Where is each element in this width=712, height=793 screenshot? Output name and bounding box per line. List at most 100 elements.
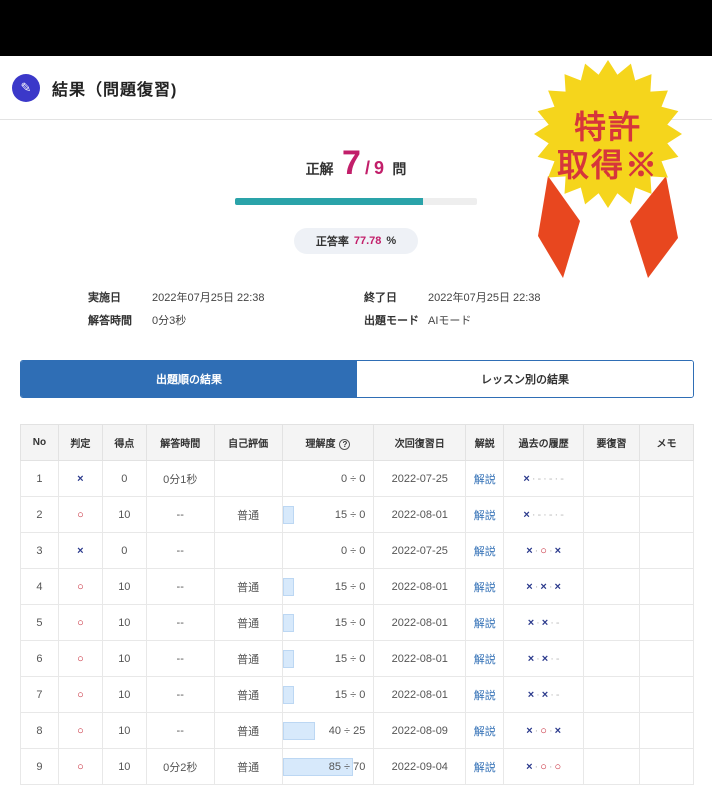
cell-understanding: 0 ÷ 0 bbox=[281, 532, 375, 569]
cell-next-review: 2022-08-01 bbox=[373, 496, 467, 533]
understanding-value: 15 ÷ 0 bbox=[334, 508, 366, 521]
meta-mode-label: 出題モード bbox=[364, 315, 419, 327]
history-separator-icon: · bbox=[548, 580, 553, 593]
cell-judge: ○ bbox=[57, 676, 103, 713]
history-mark: × bbox=[527, 652, 535, 665]
understanding-bar bbox=[282, 650, 294, 668]
table-row: 9 ○ 10 0分2秒 普通 85 ÷ 70 2022-09-04 解説 × · ○… bbox=[20, 748, 694, 785]
cell-memo[interactable] bbox=[639, 460, 694, 497]
cell-understanding: 40 ÷ 25 bbox=[281, 712, 375, 749]
cell-time: -- bbox=[145, 496, 215, 533]
tab-order-result[interactable]: 出題順の結果 bbox=[21, 361, 357, 397]
badge-line2: 取得※ bbox=[556, 147, 659, 183]
cell-no: 2 bbox=[20, 496, 59, 533]
table-row: 2 ○ 10 -- 普通 15 ÷ 0 2022-08-01 解説 × · - · - ·… bbox=[20, 496, 694, 533]
cell-memo[interactable] bbox=[639, 640, 694, 677]
result-table: No 判定 得点 解答時間 自己評価 理解度? 次回復習日 解説 過去の履歴 要… bbox=[20, 424, 694, 785]
cell-understanding: 15 ÷ 0 bbox=[281, 676, 375, 713]
cell-next-review: 2022-08-09 bbox=[373, 712, 467, 749]
cell-memo[interactable] bbox=[639, 676, 694, 713]
cell-judge: × bbox=[57, 460, 103, 497]
explanation-link[interactable]: 解説 bbox=[465, 568, 505, 605]
rate-unit: % bbox=[386, 235, 397, 247]
rate-value: 77.78 bbox=[353, 235, 382, 247]
explanation-link[interactable]: 解説 bbox=[465, 640, 505, 677]
cell-memo[interactable] bbox=[639, 604, 694, 641]
history-mark: - bbox=[548, 508, 553, 521]
explanation-link[interactable]: 解説 bbox=[465, 532, 505, 569]
cell-score: 0 bbox=[101, 532, 147, 569]
cell-memo[interactable] bbox=[639, 712, 694, 749]
explanation-link[interactable]: 解説 bbox=[465, 748, 505, 785]
meta-end-label: 終了日 bbox=[364, 292, 397, 304]
cell-next-review: 2022-08-01 bbox=[373, 640, 467, 677]
understanding-bar bbox=[282, 578, 294, 596]
understanding-value: 85 ÷ 70 bbox=[328, 760, 366, 773]
explanation-link[interactable]: 解説 bbox=[465, 604, 505, 641]
cell-needs-review[interactable] bbox=[583, 568, 640, 605]
cell-needs-review[interactable] bbox=[583, 640, 640, 677]
understanding-bar bbox=[282, 722, 315, 740]
help-icon[interactable]: ? bbox=[339, 439, 351, 450]
history-mark: × bbox=[554, 580, 561, 593]
explanation-link[interactable]: 解説 bbox=[465, 712, 505, 749]
cell-memo[interactable] bbox=[639, 568, 694, 605]
cell-understanding: 15 ÷ 0 bbox=[281, 496, 375, 533]
history-mark: - bbox=[548, 472, 553, 485]
table-row: 5 ○ 10 -- 普通 15 ÷ 0 2022-08-01 解説 × · × · - bbox=[20, 604, 694, 641]
explanation-link[interactable]: 解説 bbox=[465, 676, 505, 713]
result-tabs: 出題順の結果 レッスン別の結果 bbox=[20, 360, 694, 398]
cell-memo[interactable] bbox=[639, 532, 694, 569]
cell-next-review: 2022-07-25 bbox=[373, 532, 467, 569]
cell-next-review: 2022-08-01 bbox=[373, 568, 467, 605]
cell-no: 8 bbox=[20, 712, 59, 749]
history-separator-icon: · bbox=[534, 544, 539, 557]
cell-history: × · × · - bbox=[503, 676, 585, 713]
cell-needs-review[interactable] bbox=[583, 748, 640, 785]
history-mark: - bbox=[560, 472, 564, 485]
tab-lesson-result[interactable]: レッスン別の結果 bbox=[357, 361, 693, 397]
col-next-review: 次回復習日 bbox=[373, 424, 467, 461]
cell-self-eval: 普通 bbox=[213, 640, 283, 677]
cell-needs-review[interactable] bbox=[583, 496, 640, 533]
history-separator-icon: · bbox=[550, 688, 554, 701]
score-total: 9 bbox=[373, 158, 384, 178]
meta-impl-date: 実施日 2022年07月25日 22:38 bbox=[88, 289, 265, 305]
explanation-link[interactable]: 解説 bbox=[465, 460, 505, 497]
cell-needs-review[interactable] bbox=[583, 604, 640, 641]
cell-needs-review[interactable] bbox=[583, 712, 640, 749]
history-mark: × bbox=[527, 616, 535, 629]
cell-memo[interactable] bbox=[639, 496, 694, 533]
history-separator-icon: · bbox=[554, 508, 559, 521]
cell-needs-review[interactable] bbox=[583, 460, 640, 497]
explanation-link[interactable]: 解説 bbox=[465, 496, 505, 533]
cell-time: -- bbox=[145, 712, 215, 749]
cell-self-eval bbox=[213, 532, 283, 569]
history-separator-icon: · bbox=[534, 760, 539, 773]
history-mark: ○ bbox=[554, 760, 562, 773]
cell-judge: ○ bbox=[57, 748, 103, 785]
cell-needs-review[interactable] bbox=[583, 532, 640, 569]
history-separator-icon: · bbox=[548, 760, 553, 773]
meta-end-date: 終了日 2022年07月25日 22:38 bbox=[364, 289, 541, 305]
col-judge: 判定 bbox=[57, 424, 103, 461]
col-score: 得点 bbox=[101, 424, 147, 461]
badge-line1: 特許 bbox=[573, 109, 642, 145]
cell-score: 10 bbox=[101, 676, 147, 713]
page-title: 結果（問題復習) bbox=[52, 81, 178, 99]
badge-text: 特許 取得※ bbox=[518, 108, 698, 184]
cell-judge: ○ bbox=[57, 496, 103, 533]
understanding-bar bbox=[282, 614, 294, 632]
cell-no: 4 bbox=[20, 568, 59, 605]
score-label: 正解 bbox=[305, 161, 334, 177]
history-separator-icon: · bbox=[550, 616, 554, 629]
understanding-value: 15 ÷ 0 bbox=[334, 688, 366, 701]
cell-no: 6 bbox=[20, 640, 59, 677]
cell-self-eval: 普通 bbox=[213, 748, 283, 785]
col-history: 過去の履歴 bbox=[503, 424, 585, 461]
cell-memo[interactable] bbox=[639, 748, 694, 785]
cell-needs-review[interactable] bbox=[583, 676, 640, 713]
meta-mode: 出題モード AIモード bbox=[364, 312, 471, 328]
cell-judge: ○ bbox=[57, 604, 103, 641]
cell-time: -- bbox=[145, 532, 215, 569]
